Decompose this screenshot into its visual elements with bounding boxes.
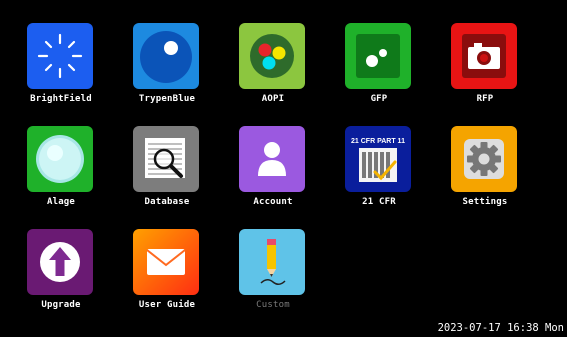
app-label: 21 CFR xyxy=(362,197,396,207)
app-label: TrypenBlue xyxy=(138,94,196,104)
gear-icon xyxy=(451,126,517,192)
alage-icon xyxy=(27,126,93,192)
app-label: GFP xyxy=(370,94,388,104)
upgrade-arrow-icon xyxy=(27,229,93,295)
app-label: Upgrade xyxy=(41,300,81,310)
cfr-document-icon: 21 CFR PART 11 xyxy=(345,126,411,192)
app-label: Database xyxy=(144,197,190,207)
app-account[interactable]: Account xyxy=(223,126,323,222)
app-upgrade[interactable]: Upgrade xyxy=(11,229,111,325)
gfp-icon xyxy=(345,23,411,89)
app-trypenblue[interactable]: TrypenBlue xyxy=(117,23,217,119)
pencil-icon xyxy=(239,229,305,295)
app-gfp[interactable]: GFP xyxy=(329,23,429,119)
trypenblue-icon xyxy=(133,23,199,89)
status-clock: 2023-07-17 16:38 Mon xyxy=(437,322,564,334)
app-label: BrightField xyxy=(30,94,92,104)
app-rfp[interactable]: RFP xyxy=(435,23,535,119)
app-21cfr[interactable]: 21 CFR PART 11 21 CFR xyxy=(329,126,429,222)
app-label: Custom xyxy=(256,300,290,310)
app-label: User Guide xyxy=(138,300,196,310)
app-brightfield[interactable]: BrightField xyxy=(11,23,111,119)
database-icon xyxy=(133,126,199,192)
app-user-guide[interactable]: User Guide xyxy=(117,229,217,325)
app-aopi[interactable]: AOPI xyxy=(223,23,323,119)
cfr-icon-text: 21 CFR PART 11 xyxy=(351,138,405,145)
app-custom[interactable]: Custom xyxy=(223,229,323,325)
app-label: RFP xyxy=(476,94,494,104)
app-label: Alage xyxy=(46,197,76,207)
app-label: Account xyxy=(253,197,293,207)
rfp-icon xyxy=(451,23,517,89)
brightfield-icon xyxy=(27,23,93,89)
app-settings[interactable]: Settings xyxy=(435,126,535,222)
app-alage[interactable]: Alage xyxy=(11,126,111,222)
aopi-icon xyxy=(239,23,305,89)
app-database[interactable]: Database xyxy=(117,126,217,222)
app-label: AOPI xyxy=(261,94,285,104)
account-icon xyxy=(239,126,305,192)
envelope-icon xyxy=(133,229,199,295)
app-label: Settings xyxy=(462,197,508,207)
